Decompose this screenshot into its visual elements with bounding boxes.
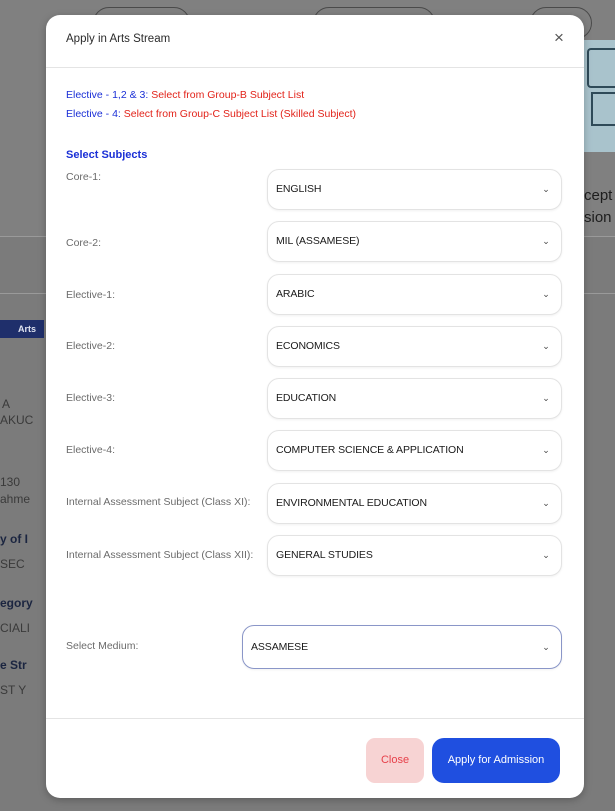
medium-select[interactable]: ASSAMESE ⌄	[242, 625, 562, 669]
core-1-value: ENGLISH	[276, 183, 322, 195]
background-text: e Str	[0, 658, 27, 672]
medium-value: ASSAMESE	[251, 641, 308, 653]
background-text: SEC	[0, 557, 25, 571]
internal-assessment-xii-value: GENERAL STUDIES	[276, 549, 373, 561]
core-2-label: Core-2:	[66, 237, 102, 249]
chevron-down-icon: ⌄	[542, 341, 550, 351]
core-1-label: Core-1:	[66, 171, 102, 183]
chevron-down-icon: ⌄	[542, 289, 550, 299]
background-text: ST Y	[0, 683, 27, 697]
chevron-down-icon: ⌄	[542, 642, 550, 652]
elective-3-label: Elective-3:	[66, 392, 116, 404]
elective-4-select[interactable]: COMPUTER SCIENCE & APPLICATION ⌄	[267, 430, 562, 471]
elective-note: Elective - 4: Select from Group-C Subjec…	[66, 108, 356, 120]
core-1-select[interactable]: ENGLISH ⌄	[267, 169, 562, 210]
elective-1-select[interactable]: ARABIC ⌄	[267, 274, 562, 315]
chevron-down-icon: ⌄	[542, 236, 550, 246]
core-2-select[interactable]: MIL (ASSAMESE) ⌄	[267, 221, 562, 262]
background-stream-badge: Arts S	[0, 320, 44, 338]
background-text: A	[2, 397, 11, 411]
select-subjects-heading: Select Subjects	[66, 149, 148, 161]
close-icon[interactable]: ×	[549, 28, 569, 48]
background-text: y of I	[0, 532, 29, 546]
elective-3-select[interactable]: EDUCATION ⌄	[267, 378, 562, 419]
elective-2-select[interactable]: ECONOMICS ⌄	[267, 326, 562, 367]
medium-label: Select Medium:	[66, 640, 139, 652]
modal-header: Apply in Arts Stream ×	[46, 15, 584, 68]
internal-assessment-xii-select[interactable]: GENERAL STUDIES ⌄	[267, 535, 562, 576]
chevron-down-icon: ⌄	[542, 498, 550, 508]
graduation-image	[583, 40, 615, 152]
background-text: AKUC	[0, 413, 34, 427]
elective-2-label: Elective-2:	[66, 340, 116, 352]
internal-assessment-xi-value: ENVIRONMENTAL EDUCATION	[276, 497, 427, 509]
close-button[interactable]: Close	[366, 738, 424, 783]
elective-4-label: Elective-4:	[66, 444, 116, 456]
background-text: cept	[584, 187, 613, 204]
elective-2-value: ECONOMICS	[276, 340, 340, 352]
background-text: CIALI	[0, 621, 31, 635]
modal-footer-divider	[46, 718, 584, 719]
internal-assessment-xii-label: Internal Assessment Subject (Class XII):	[66, 549, 254, 561]
apply-for-admission-button[interactable]: Apply for Admission	[432, 738, 560, 783]
background-text: ahme	[0, 492, 31, 506]
background-text: sion	[584, 209, 612, 226]
elective-note-text: Select from Group-B Subject List	[148, 89, 305, 101]
chevron-down-icon: ⌄	[542, 184, 550, 194]
elective-1-value: ARABIC	[276, 288, 315, 300]
elective-1-label: Elective-1:	[66, 289, 116, 301]
background-text: egory	[0, 596, 33, 610]
apply-modal: Apply in Arts Stream × Elective - 1,2 & …	[46, 15, 584, 798]
elective-4-value: COMPUTER SCIENCE & APPLICATION	[276, 444, 464, 456]
chevron-down-icon: ⌄	[542, 550, 550, 560]
elective-note-highlight: Elective - 1,2 & 3:	[66, 89, 149, 101]
background-text: 130	[0, 475, 21, 489]
chevron-down-icon: ⌄	[542, 445, 550, 455]
core-2-value: MIL (ASSAMESE)	[276, 235, 360, 247]
internal-assessment-xi-label: Internal Assessment Subject (Class XI):	[66, 496, 251, 508]
elective-3-value: EDUCATION	[276, 392, 337, 404]
internal-assessment-xi-select[interactable]: ENVIRONMENTAL EDUCATION ⌄	[267, 483, 562, 524]
modal-title: Apply in Arts Stream	[66, 33, 171, 45]
elective-note-text: Select from Group-C Subject List (Skille…	[120, 108, 357, 120]
elective-note-highlight: Elective - 4:	[66, 108, 121, 120]
elective-note: Elective - 1,2 & 3: Select from Group-B …	[66, 89, 304, 101]
chevron-down-icon: ⌄	[542, 393, 550, 403]
